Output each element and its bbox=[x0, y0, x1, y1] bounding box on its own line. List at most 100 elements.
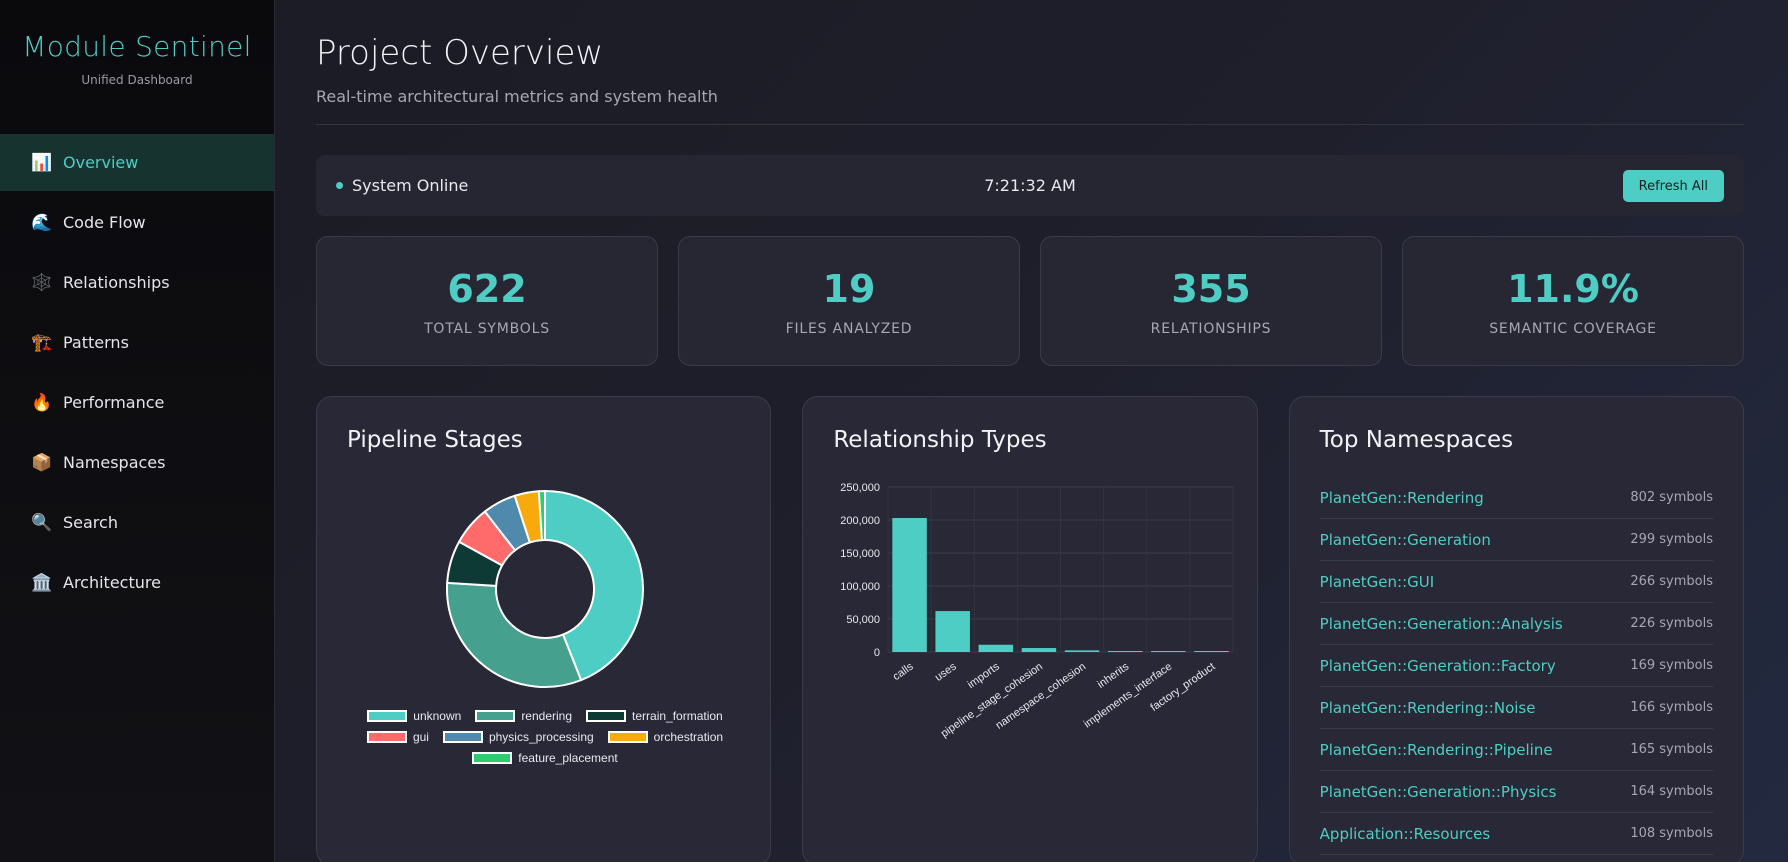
donut-svg bbox=[446, 489, 644, 688]
legend-item-rendering[interactable]: rendering bbox=[475, 709, 572, 723]
x-tick-label: uses bbox=[933, 660, 959, 683]
page-title: Project Overview bbox=[316, 33, 604, 73]
sidebar-item-label: Namespaces bbox=[63, 453, 166, 472]
legend-swatch bbox=[367, 710, 408, 722]
construction-icon: 🏗️ bbox=[31, 332, 53, 353]
web-icon: 🕸️ bbox=[31, 272, 53, 293]
legend-label: terrain_formation bbox=[632, 709, 723, 723]
sidebar-item-architecture[interactable]: 🏛️ Architecture bbox=[0, 554, 274, 611]
namespace-row[interactable]: PlanetGen::Rendering::Pipeline 165 symbol… bbox=[1319, 729, 1713, 771]
namespace-name[interactable]: Application::Resources bbox=[1320, 825, 1491, 843]
namespace-count: 299 symbols bbox=[1630, 532, 1713, 547]
stats-row: 622 TOTAL SYMBOLS 19 FILES ANALYZED 355 RELAT… bbox=[316, 236, 1744, 366]
stat-card: 11.9% SEMANTIC COVERAGE bbox=[1402, 236, 1744, 366]
legend-swatch bbox=[475, 710, 516, 722]
legend-swatch bbox=[586, 710, 627, 722]
stat-card: 355 RELATIONSHIPS bbox=[1040, 236, 1382, 366]
namespace-row[interactable]: PlanetGen::Generation::Analysis 226 symbo… bbox=[1319, 603, 1713, 645]
stat-label: RELATIONSHIPS bbox=[1150, 321, 1272, 337]
namespace-name[interactable]: PlanetGen::Generation::Factory bbox=[1320, 657, 1556, 675]
search-icon: 🔍 bbox=[31, 512, 53, 533]
legend-label: feature_placement bbox=[518, 751, 618, 765]
stat-card: 19 FILES ANALYZED bbox=[678, 236, 1020, 366]
sidebar-item-label: Search bbox=[63, 513, 118, 532]
legend-label: rendering bbox=[521, 709, 573, 723]
bar-namespace-cohesion[interactable] bbox=[1065, 650, 1100, 652]
namespace-name[interactable]: PlanetGen::Rendering::Noise bbox=[1320, 699, 1536, 717]
namespace-name[interactable]: PlanetGen::Generation::Physics bbox=[1320, 783, 1557, 801]
bar-inherits[interactable] bbox=[1108, 651, 1143, 652]
sidebar: Module Sentinel Unified Dashboard 📊 Overv… bbox=[0, 0, 275, 862]
stat-value: 19 bbox=[822, 267, 876, 311]
sidebar-item-namespaces[interactable]: 📦 Namespaces bbox=[0, 434, 274, 491]
sidebar-item-patterns[interactable]: 🏗️ Patterns bbox=[0, 314, 274, 371]
header-divider bbox=[316, 124, 1744, 125]
sidebar-item-performance[interactable]: 🔥 Performance bbox=[0, 374, 274, 431]
namespace-row[interactable]: Application::Resources 108 symbols bbox=[1319, 813, 1713, 855]
namespace-row[interactable]: PlanetGen::Generation 299 symbols bbox=[1319, 519, 1713, 561]
bar-pipeline-stage-cohesion[interactable] bbox=[1022, 648, 1057, 652]
namespace-count: 802 symbols bbox=[1630, 490, 1713, 505]
x-tick-label: inherits bbox=[1096, 660, 1132, 690]
y-tick-label: 250,000 bbox=[841, 482, 881, 494]
bar-svg: 0 50,000 100,000 150,000 200,000 250,000 calls… bbox=[841, 482, 1234, 740]
stat-label: TOTAL SYMBOLS bbox=[424, 321, 550, 337]
sidebar-item-search[interactable]: 🔍 Search bbox=[0, 494, 274, 551]
sidebar-item-label: Patterns bbox=[63, 333, 129, 352]
legend-row: unknown rendering terrain_formation bbox=[317, 709, 773, 723]
bar-calls[interactable] bbox=[892, 518, 928, 652]
legend-item-unknown[interactable]: unknown bbox=[367, 709, 461, 723]
namespace-name[interactable]: PlanetGen::Generation::Analysis bbox=[1320, 615, 1563, 633]
bar-factory-product[interactable] bbox=[1194, 651, 1230, 652]
namespace-name[interactable]: PlanetGen::Generation bbox=[1320, 531, 1491, 549]
relationship-types-panel: Relationship Types 0 50,000 100,000 150,000… bbox=[802, 396, 1258, 862]
pipeline-stages-panel: Pipeline Stages unknown rendering terrain_… bbox=[316, 396, 773, 862]
sidebar-item-label: Code Flow bbox=[63, 213, 146, 232]
legend-swatch bbox=[366, 731, 407, 743]
namespace-row[interactable]: PlanetGen::Rendering 802 symbols bbox=[1319, 477, 1713, 519]
legend-swatch bbox=[442, 731, 483, 743]
brand-subtitle: Unified Dashboard bbox=[81, 73, 193, 87]
legend-item-feature-placement[interactable]: feature_placement bbox=[472, 751, 618, 765]
namespace-row[interactable]: PlanetGen::GUI 266 symbols bbox=[1319, 561, 1713, 603]
namespace-name[interactable]: PlanetGen::Rendering::Pipeline bbox=[1320, 741, 1553, 759]
namespace-count: 226 symbols bbox=[1630, 616, 1713, 631]
y-tick-label: 0 bbox=[874, 647, 880, 659]
namespace-name[interactable]: PlanetGen::GUI bbox=[1320, 573, 1435, 591]
legend-item-orchestration[interactable]: orchestration bbox=[607, 730, 724, 744]
bar-implements-interface[interactable] bbox=[1151, 651, 1186, 652]
top-namespaces-panel: Top Namespaces PlanetGen::Rendering 802 s… bbox=[1288, 396, 1744, 862]
namespace-count: 166 symbols bbox=[1630, 700, 1713, 715]
bar-uses[interactable] bbox=[935, 611, 971, 652]
stat-label: FILES ANALYZED bbox=[785, 321, 913, 337]
main-content: Project Overview Real-time architectural… bbox=[316, 0, 1744, 862]
legend-item-terrain-formation[interactable]: terrain_formation bbox=[586, 709, 723, 723]
legend-item-gui[interactable]: gui bbox=[366, 730, 429, 744]
brand: Module Sentinel Unified Dashboard bbox=[0, 0, 274, 134]
pipeline-donut-chart bbox=[317, 477, 773, 706]
donut-slice-rendering[interactable] bbox=[446, 581, 583, 688]
status-time: 7:21:32 AM bbox=[984, 176, 1076, 195]
legend-label: unknown bbox=[413, 709, 462, 723]
y-tick-label: 150,000 bbox=[841, 548, 881, 560]
legend-row: feature_placement bbox=[317, 751, 773, 765]
namespace-row[interactable]: PlanetGen::Generation::Physics 164 symbol… bbox=[1319, 771, 1713, 813]
y-tick-label: 100,000 bbox=[841, 581, 881, 593]
legend-item-physics-processing[interactable]: physics_processing bbox=[442, 730, 594, 744]
legend-swatch bbox=[607, 731, 648, 743]
legend-label: physics_processing bbox=[488, 730, 594, 744]
legend-label: orchestration bbox=[653, 730, 724, 744]
x-tick-label: imports bbox=[966, 660, 1003, 691]
sidebar-item-overview[interactable]: 📊 Overview bbox=[0, 134, 274, 191]
namespace-row[interactable]: PlanetGen::Generation::Factory 169 symbol… bbox=[1319, 645, 1713, 687]
namespace-row[interactable]: PlanetGen::Rendering::Noise 166 symbols bbox=[1319, 687, 1713, 729]
sidebar-item-code-flow[interactable]: 🌊 Code Flow bbox=[0, 194, 274, 251]
refresh-all-button[interactable]: Refresh All bbox=[1622, 170, 1724, 202]
namespace-name[interactable]: PlanetGen::Rendering bbox=[1320, 489, 1484, 507]
donut-legend: unknown rendering terrain_formationgui phys… bbox=[317, 709, 773, 772]
legend-row: gui physics_processing orchestration bbox=[317, 730, 773, 744]
sidebar-item-relationships[interactable]: 🕸️ Relationships bbox=[0, 254, 274, 311]
classical-building-icon: 🏛️ bbox=[31, 572, 53, 593]
page-subtitle: Real-time architectural metrics and syst… bbox=[316, 87, 718, 106]
bar-imports[interactable] bbox=[978, 644, 1014, 652]
